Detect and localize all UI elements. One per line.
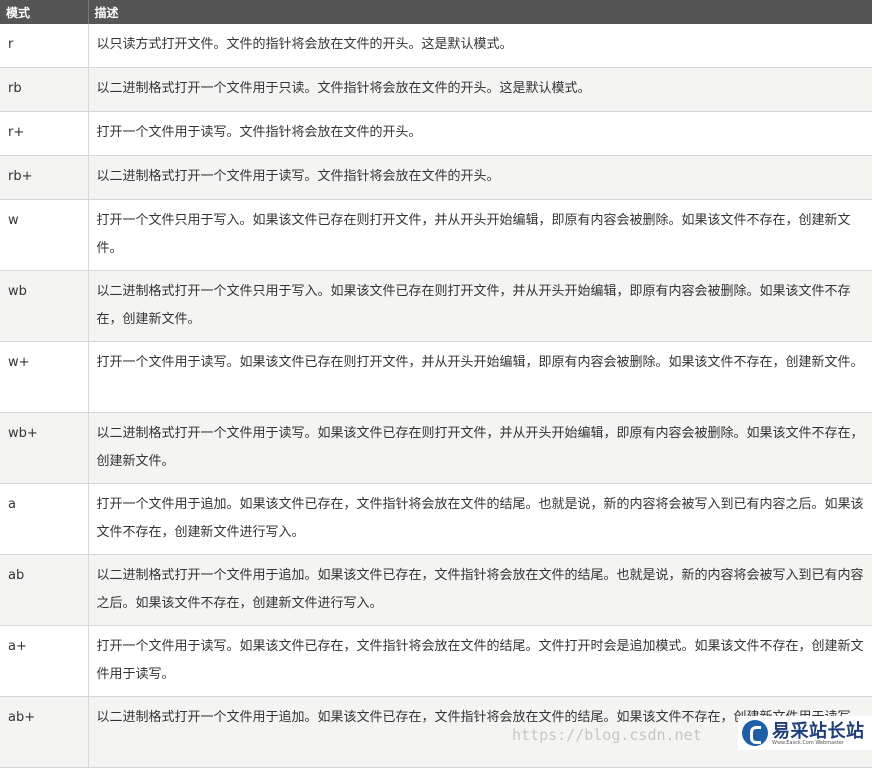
logo-subtitle: Www.Easck.Com Webmaster <box>772 740 844 746</box>
description-cell: 以二进制格式打开一个文件只用于写入。如果该文件已存在则打开文件，并从开头开始编辑… <box>88 270 872 342</box>
table-row: wb+ 以二进制格式打开一个文件用于读写。如果该文件已存在则打开文件，并从开头开… <box>0 412 872 484</box>
mode-cell: wb <box>0 270 89 342</box>
file-modes-table: 模式 描述 r 以只读方式打开文件。文件的指针将会放在文件的开头。这是默认模式。… <box>0 0 872 768</box>
mode-cell: ab <box>0 554 89 626</box>
table-row: r 以只读方式打开文件。文件的指针将会放在文件的开头。这是默认模式。 <box>0 24 872 68</box>
mode-cell: w+ <box>0 341 89 413</box>
description-cell: 打开一个文件只用于写入。如果该文件已存在则打开文件，并从开头开始编辑，即原有内容… <box>88 199 872 271</box>
description-cell: 打开一个文件用于读写。如果该文件已存在则打开文件，并从开头开始编辑，即原有内容会… <box>88 341 872 413</box>
description-cell: 以二进制格式打开一个文件用于追加。如果该文件已存在，文件指针将会放在文件的结尾。… <box>88 554 872 626</box>
logo-icon <box>742 720 768 746</box>
csdn-watermark: https://blog.csdn.net <box>512 726 702 744</box>
description-cell: 打开一个文件用于追加。如果该文件已存在，文件指针将会放在文件的结尾。也就是说，新… <box>88 483 872 555</box>
table-row: a 打开一个文件用于追加。如果该文件已存在，文件指针将会放在文件的结尾。也就是说… <box>0 483 872 555</box>
description-cell: 打开一个文件用于读写。文件指针将会放在文件的开头。 <box>88 111 872 156</box>
mode-cell: wb+ <box>0 412 89 484</box>
site-logo: 易采站长站 Www.Easck.Com Webmaster <box>738 716 872 750</box>
table-row: rb+ 以二进制格式打开一个文件用于读写。文件指针将会放在文件的开头。 <box>0 155 872 200</box>
table-row: wb 以二进制格式打开一个文件只用于写入。如果该文件已存在则打开文件，并从开头开… <box>0 270 872 342</box>
mode-cell: rb+ <box>0 155 89 200</box>
description-cell: 以只读方式打开文件。文件的指针将会放在文件的开头。这是默认模式。 <box>88 24 872 68</box>
description-cell: 以二进制格式打开一个文件用于读写。如果该文件已存在则打开文件，并从开头开始编辑，… <box>88 412 872 484</box>
mode-cell: r+ <box>0 111 89 156</box>
table-header: 模式 描述 <box>0 0 872 24</box>
mode-cell: r <box>0 24 89 68</box>
table-row: ab 以二进制格式打开一个文件用于追加。如果该文件已存在，文件指针将会放在文件的… <box>0 554 872 626</box>
mode-cell: a+ <box>0 625 89 697</box>
description-cell: 以二进制格式打开一个文件用于只读。文件指针将会放在文件的开头。这是默认模式。 <box>88 67 872 112</box>
description-cell: 以二进制格式打开一个文件用于读写。文件指针将会放在文件的开头。 <box>88 155 872 200</box>
header-description: 描述 <box>88 0 872 24</box>
mode-cell: w <box>0 199 89 271</box>
header-mode: 模式 <box>0 0 89 24</box>
table-row: r+ 打开一个文件用于读写。文件指针将会放在文件的开头。 <box>0 111 872 156</box>
table-row: a+ 打开一个文件用于读写。如果该文件已存在，文件指针将会放在文件的结尾。文件打… <box>0 625 872 697</box>
mode-cell: ab+ <box>0 696 89 768</box>
mode-cell: rb <box>0 67 89 112</box>
table-row: w+ 打开一个文件用于读写。如果该文件已存在则打开文件，并从开头开始编辑，即原有… <box>0 341 872 413</box>
table-body: r 以只读方式打开文件。文件的指针将会放在文件的开头。这是默认模式。 rb 以二… <box>0 24 872 768</box>
mode-cell: a <box>0 483 89 555</box>
table-row: rb 以二进制格式打开一个文件用于只读。文件指针将会放在文件的开头。这是默认模式… <box>0 67 872 112</box>
table-row: w 打开一个文件只用于写入。如果该文件已存在则打开文件，并从开头开始编辑，即原有… <box>0 199 872 271</box>
header-row: 模式 描述 <box>0 0 872 24</box>
description-cell: 打开一个文件用于读写。如果该文件已存在，文件指针将会放在文件的结尾。文件打开时会… <box>88 625 872 697</box>
